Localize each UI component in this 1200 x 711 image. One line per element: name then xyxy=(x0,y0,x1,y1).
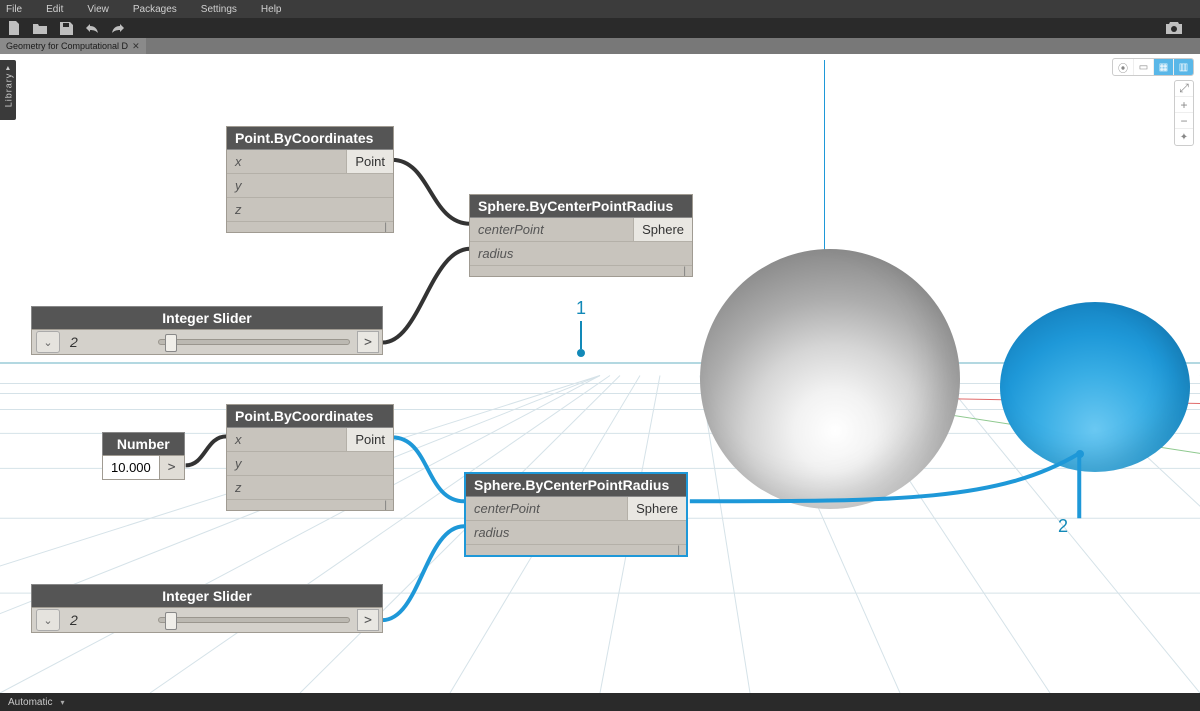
node-sphere-bycenterpointradius-2[interactable]: Sphere.ByCenterPointRadius centerPoint S… xyxy=(464,472,688,557)
input-port-y[interactable]: y xyxy=(227,452,250,475)
redo-icon[interactable] xyxy=(110,20,126,36)
menu-view[interactable]: View xyxy=(87,4,109,15)
lacing-indicator: | xyxy=(227,500,393,510)
annotation-2: 2 xyxy=(1058,516,1068,537)
chevron-down-icon: ▾ xyxy=(60,698,64,707)
expand-toggle-icon[interactable]: ⌄ xyxy=(36,609,60,631)
menu-edit[interactable]: Edit xyxy=(46,4,63,15)
node-header[interactable]: Point.ByCoordinates xyxy=(227,127,393,150)
slider-track[interactable] xyxy=(158,339,350,345)
preview-sphere-grey xyxy=(700,249,960,509)
output-port[interactable]: > xyxy=(159,456,184,479)
node-point-bycoordinates-1[interactable]: Point.ByCoordinates x Point y z | xyxy=(226,126,394,233)
node-point-bycoordinates-2[interactable]: Point.ByCoordinates x Point y z | xyxy=(226,404,394,511)
toggle-graph-icon[interactable]: ▭ xyxy=(1133,59,1153,75)
open-file-icon[interactable] xyxy=(32,20,48,36)
menu-settings[interactable]: Settings xyxy=(201,4,237,15)
menu-packages[interactable]: Packages xyxy=(133,4,177,15)
output-port-sphere[interactable]: Sphere xyxy=(633,218,692,241)
input-port-radius[interactable]: radius xyxy=(470,242,521,265)
undo-icon[interactable] xyxy=(84,20,100,36)
slider-track[interactable] xyxy=(158,617,350,623)
output-port-sphere[interactable]: Sphere xyxy=(627,497,686,520)
input-port-radius[interactable]: radius xyxy=(466,521,517,544)
preview-sphere-blue xyxy=(1000,302,1190,472)
zoom-out-icon[interactable]: − xyxy=(1175,113,1193,129)
document-tab[interactable]: Geometry for Computational D ✕ xyxy=(0,38,146,54)
chevron-right-icon: ▸ xyxy=(3,65,12,70)
toggle-both-icon[interactable]: ▥ xyxy=(1173,59,1193,75)
close-tab-icon[interactable]: ✕ xyxy=(132,41,140,52)
output-port[interactable]: > xyxy=(357,331,379,353)
input-port-centerpoint[interactable]: centerPoint xyxy=(470,218,552,241)
lacing-indicator: | xyxy=(470,266,692,276)
node-header[interactable]: Integer Slider xyxy=(31,584,383,607)
menu-file[interactable]: File xyxy=(6,4,22,15)
input-port-centerpoint[interactable]: centerPoint xyxy=(466,497,548,520)
output-port-point[interactable]: Point xyxy=(346,428,393,451)
number-value[interactable]: 10.000 xyxy=(103,456,159,479)
node-header[interactable]: Sphere.ByCenterPointRadius xyxy=(466,474,686,497)
lacing-indicator: | xyxy=(227,222,393,232)
slider-thumb[interactable] xyxy=(165,612,177,630)
status-bar: Automatic ▾ xyxy=(0,693,1200,711)
fit-view-icon[interactable]: ⤢ xyxy=(1175,81,1193,97)
library-label: Library xyxy=(3,73,13,108)
library-panel-tab[interactable]: ▸ Library xyxy=(0,60,16,120)
zoom-fit-icon[interactable]: ✦ xyxy=(1175,129,1193,145)
annotation-label: 2 xyxy=(1058,516,1068,537)
expand-toggle-icon[interactable]: ⌄ xyxy=(36,331,60,353)
zoom-in-icon[interactable]: + xyxy=(1175,97,1193,113)
node-sphere-bycenterpointradius-1[interactable]: Sphere.ByCenterPointRadius centerPoint S… xyxy=(469,194,693,277)
node-header[interactable]: Point.ByCoordinates xyxy=(227,405,393,428)
lacing-indicator: | xyxy=(466,545,686,555)
node-integer-slider-1[interactable]: Integer Slider ⌄ 2 > xyxy=(31,306,383,355)
run-mode-dropdown[interactable]: Automatic ▾ xyxy=(8,697,64,708)
input-port-x[interactable]: x xyxy=(227,428,250,451)
slider-value[interactable]: 2 xyxy=(64,612,154,628)
node-header[interactable]: Number xyxy=(102,432,185,455)
slider-thumb[interactable] xyxy=(165,334,177,352)
menu-help[interactable]: Help xyxy=(261,4,282,15)
annotation-label: 1 xyxy=(576,298,586,319)
save-icon[interactable] xyxy=(58,20,74,36)
tab-strip: Geometry for Computational D ✕ xyxy=(0,38,1200,54)
workspace[interactable]: ▸ Library ⦿ ▭ ▦ ▥ ⤢ + − ✦ Point.ByCoordi… xyxy=(0,54,1200,693)
slider-value[interactable]: 2 xyxy=(64,334,154,350)
input-port-z[interactable]: z xyxy=(227,198,250,221)
input-port-z[interactable]: z xyxy=(227,476,250,499)
toggle-3d-icon[interactable]: ▦ xyxy=(1153,59,1173,75)
annotation-2-dot xyxy=(1076,450,1084,458)
new-file-icon[interactable] xyxy=(6,20,22,36)
view-zoom-group: ⤢ + − ✦ xyxy=(1174,80,1194,146)
annotation-1: 1 xyxy=(576,298,586,357)
node-header[interactable]: Sphere.ByCenterPointRadius xyxy=(470,195,692,218)
annotation-dot xyxy=(577,349,585,357)
node-header[interactable]: Integer Slider xyxy=(31,306,383,329)
menu-bar: File Edit View Packages Settings Help xyxy=(0,0,1200,18)
view-toggle-group: ⦿ ▭ ▦ ▥ xyxy=(1112,58,1194,76)
run-mode-label: Automatic xyxy=(8,697,52,708)
node-number[interactable]: Number 10.000 > xyxy=(102,432,185,480)
output-port[interactable]: > xyxy=(357,609,379,631)
input-port-x[interactable]: x xyxy=(227,150,250,173)
screenshot-icon[interactable] xyxy=(1166,20,1182,36)
output-port-point[interactable]: Point xyxy=(346,150,393,173)
annotation-stem xyxy=(580,321,582,349)
document-tab-title: Geometry for Computational D xyxy=(6,41,128,51)
node-integer-slider-2[interactable]: Integer Slider ⌄ 2 > xyxy=(31,584,383,633)
toggle-nav-icon[interactable]: ⦿ xyxy=(1113,59,1133,75)
toolbar xyxy=(0,18,1200,38)
input-port-y[interactable]: y xyxy=(227,174,250,197)
